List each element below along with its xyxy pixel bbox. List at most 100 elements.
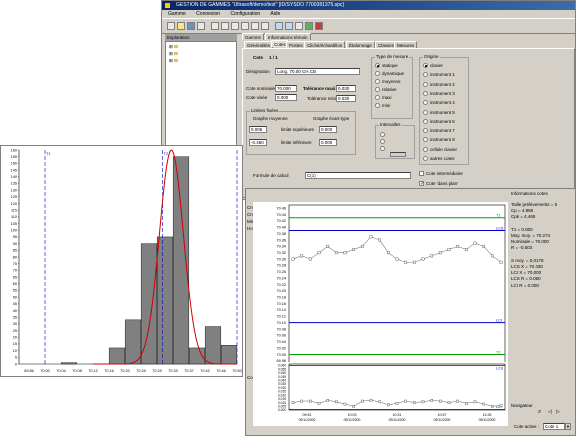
tree-item[interactable]: ⊞: [169, 44, 179, 50]
linf-right-field[interactable]: 0.000: [319, 139, 337, 146]
y-tick-label: 25: [13, 329, 17, 333]
chevron-down-icon[interactable]: ▼: [565, 423, 571, 430]
cote-plan-checkbox[interactable]: ✓: [419, 181, 424, 187]
origin-radio[interactable]: [423, 137, 428, 143]
next-icon[interactable]: [231, 22, 239, 30]
interval-radio[interactable]: [380, 146, 385, 151]
origin-radio[interactable]: [423, 72, 428, 78]
tree-item[interactable]: ⊞: [169, 51, 179, 57]
y-tick-label: 70.14: [276, 308, 286, 312]
range-point: [456, 399, 459, 403]
tab-postes[interactable]: Postes: [286, 41, 306, 48]
delete-icon[interactable]: [261, 22, 269, 30]
mesure-option-label: dynamique: [382, 71, 405, 76]
lsup-right-field[interactable]: 0.000: [319, 126, 337, 133]
main-titlebar[interactable]: GESTION DE GAMMES "Ultrasoft/demo/test" …: [162, 1, 575, 10]
tab-gamme[interactable]: Gamme: [242, 33, 265, 40]
origin-radio[interactable]: [423, 109, 428, 115]
tab-mesures[interactable]: Mesures: [394, 41, 418, 48]
menu-aide[interactable]: Aide: [270, 11, 280, 17]
y-tick-label: 70.30: [276, 257, 286, 261]
mean-point: [490, 254, 494, 258]
mesure-radio[interactable]: [375, 103, 380, 108]
cote-active-label: Cote active :: [514, 424, 540, 429]
tolerance-min-field[interactable]: 0.030: [336, 95, 356, 102]
tab-etalonnage[interactable]: Étalonnage: [346, 41, 375, 48]
menu-gamme[interactable]: Gamme: [168, 11, 186, 17]
linf-label: limite inférieure: [281, 140, 312, 145]
histogram-icon[interactable]: [285, 22, 293, 30]
histogram-bar: [124, 319, 142, 365]
interval-field[interactable]: [390, 152, 406, 157]
zoom-in-icon[interactable]: ⌕: [538, 409, 541, 416]
mean-point: [326, 244, 330, 248]
chart-icon[interactable]: [275, 22, 283, 30]
nav-left-icon[interactable]: ◁: [548, 409, 552, 415]
origin-option-label: instrument 6: [430, 118, 455, 124]
designation-label: Désignation: [246, 69, 270, 74]
tab-informations[interactable]: Informations témoin: [265, 33, 311, 40]
lsup-field[interactable]: 0.006: [249, 126, 267, 133]
add-icon[interactable]: [251, 22, 259, 30]
exit-icon[interactable]: [315, 22, 323, 30]
mesure-radio[interactable]: [375, 79, 380, 84]
origin-radio[interactable]: [423, 81, 428, 87]
new-icon[interactable]: [167, 22, 175, 30]
marker-label: T2: [164, 151, 169, 156]
y-tick-label: 55: [13, 289, 17, 293]
x-tick-label: 09:51: [303, 413, 312, 417]
origin-radio[interactable]: [423, 156, 428, 161]
cote-visee-label: Cote visée: [246, 95, 268, 100]
origin-radio[interactable]: [423, 128, 428, 134]
first-icon[interactable]: [211, 22, 219, 30]
menu-configuration[interactable]: Configuration: [230, 11, 260, 17]
mesure-radio[interactable]: [375, 71, 380, 76]
origin-radio[interactable]: [423, 118, 428, 124]
cote-active-select[interactable]: Cote 1: [543, 423, 565, 430]
range-point: [447, 401, 451, 404]
range-point: [369, 399, 373, 402]
interval-radio[interactable]: [380, 139, 385, 144]
cote-visee-field[interactable]: 0.000: [275, 94, 297, 101]
linf-field[interactable]: -0.460: [249, 139, 267, 146]
nominal-field[interactable]: 70.000: [275, 85, 297, 92]
origin-option-label: instrument 4: [430, 100, 455, 106]
tree-item[interactable]: ⊞: [169, 58, 179, 64]
nominal-label: Cote nominale: [246, 86, 276, 91]
origin-radio[interactable]: [423, 63, 428, 68]
origin-radio[interactable]: [423, 146, 428, 152]
tolerance-max-field[interactable]: 0.030: [336, 85, 356, 92]
origin-radio[interactable]: [423, 100, 428, 106]
save-icon[interactable]: [187, 22, 195, 30]
x-tick-label: 70.46: [216, 369, 226, 373]
range-point: [421, 400, 425, 404]
prev-icon[interactable]: [221, 22, 229, 30]
open-icon[interactable]: [177, 22, 185, 30]
mesure-radio[interactable]: [375, 63, 380, 68]
lsup-label: limite supérieure: [281, 127, 315, 132]
limits-group: Limites fixées Graphe moyenne Graphe éca…: [246, 108, 356, 155]
interval-radio[interactable]: [380, 132, 385, 137]
designation-field[interactable]: Long. 70.00 CH.CB: [275, 68, 360, 75]
folder-icon: [174, 45, 179, 48]
tab-cliche[interactable]: Cliché/échantillon: [304, 41, 346, 48]
mean-point: [421, 257, 425, 261]
mesure-radio[interactable]: [375, 95, 380, 100]
mesure-radio[interactable]: [375, 87, 380, 92]
nav-right-icon[interactable]: ▷: [556, 409, 560, 415]
last-icon[interactable]: [241, 22, 249, 30]
origin-radio[interactable]: [423, 90, 428, 96]
control-chart-window: Cm = 1 Cmk = Mini: Hors tol Cote 70.46 70…: [245, 188, 576, 436]
histogram-chart: 0 5 10 15 20 25 30 35 40 45 50 55 60 65 70 75 80 85 90 95 10…: [11, 148, 242, 373]
y-tick-label: 70.08: [276, 327, 286, 331]
stats-icon[interactable]: [295, 22, 303, 30]
info-line: R = -0.503: [511, 245, 533, 251]
y-tick-label: 70.24: [276, 276, 286, 280]
globe-icon[interactable]: [305, 22, 313, 30]
menu-connexion[interactable]: Connexion: [196, 11, 220, 17]
y-tick-label: 70.34: [276, 245, 286, 249]
tab-generalites[interactable]: Généralités: [244, 41, 274, 48]
formula-field[interactable]: C(1): [305, 172, 411, 179]
cote-inter-checkbox[interactable]: [419, 171, 424, 176]
print-icon[interactable]: [197, 22, 205, 30]
